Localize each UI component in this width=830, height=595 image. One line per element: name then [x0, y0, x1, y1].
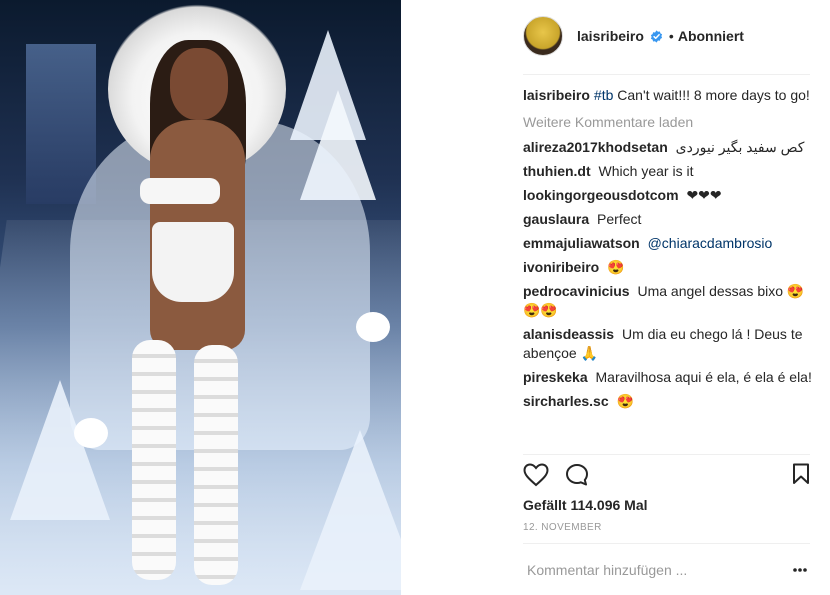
likes-count[interactable]: Gefällt 114.096 Mal	[523, 497, 648, 513]
comment-username[interactable]: lookingorgeousdotcom	[523, 187, 679, 203]
verified-badge-icon	[650, 29, 663, 43]
bookmark-icon[interactable]	[792, 463, 810, 485]
caption: laisribeiro #tb Can't wait!!! 8 more days…	[523, 86, 813, 105]
list-item: alireza2017khodsetan کص سفید بگیر نیوردی	[523, 138, 813, 157]
comments-list: laisribeiro #tb Can't wait!!! 8 more days…	[523, 86, 813, 416]
comment-username[interactable]: pireskeka	[523, 369, 588, 385]
comment-text: Which year is it	[598, 163, 694, 179]
outfit-bottom	[152, 222, 234, 302]
add-comment-bar	[523, 561, 810, 581]
comment-input[interactable]	[525, 561, 759, 579]
boot-right	[194, 345, 238, 585]
comment-text: 😍	[616, 393, 634, 409]
caption-username[interactable]: laisribeiro	[523, 87, 590, 103]
load-more-comments[interactable]: Weitere Kommentare laden	[523, 113, 813, 132]
caption-hashtag[interactable]: #tb	[594, 87, 613, 103]
list-item: thuhien.dt Which year is it	[523, 162, 813, 181]
list-item: pireskeka Maravilhosa aqui é ela, é ela …	[523, 368, 813, 387]
divider	[523, 543, 810, 544]
instagram-post: laisribeiro • Abonniert laisribeiro #tb C…	[0, 0, 830, 595]
comment-mention[interactable]: @chiaracdambrosio	[648, 235, 773, 251]
comment-text: Maravilhosa aqui é ela, é ela é ela!	[595, 369, 812, 385]
list-item: ivoniribeiro 😍	[523, 258, 813, 277]
tree-decoration	[300, 430, 401, 590]
list-item: sircharles.sc 😍	[523, 392, 813, 411]
comment-text: ❤❤❤	[686, 187, 722, 203]
list-item: gauslaura Perfect	[523, 210, 813, 229]
comment-username[interactable]: ivoniribeiro	[523, 259, 599, 275]
heart-icon[interactable]	[523, 463, 549, 487]
comment-icon[interactable]	[565, 463, 589, 487]
post-side-panel: laisribeiro • Abonniert laisribeiro #tb C…	[401, 0, 830, 595]
post-photo[interactable]	[0, 0, 401, 595]
comment-text: 😍	[607, 259, 625, 275]
feather-puff	[356, 312, 390, 342]
avatar[interactable]	[523, 16, 563, 56]
background-screen	[26, 44, 96, 204]
model-head	[170, 48, 228, 120]
more-options-icon[interactable]	[792, 563, 808, 577]
list-item: pedrocavinicius Uma angel dessas bixo 😍😍…	[523, 282, 813, 320]
comment-username[interactable]: alireza2017khodsetan	[523, 139, 668, 155]
comment-username[interactable]: alanisdeassis	[523, 326, 614, 342]
list-item: alanisdeassis Um dia eu chego lá ! Deus …	[523, 325, 813, 363]
comment-username[interactable]: thuhien.dt	[523, 163, 591, 179]
divider	[523, 74, 810, 75]
follow-status[interactable]: Abonniert	[678, 28, 744, 44]
comment-username[interactable]: emmajuliawatson	[523, 235, 640, 251]
comment-username[interactable]: pedrocavinicius	[523, 283, 630, 299]
comment-username[interactable]: gauslaura	[523, 211, 589, 227]
caption-text: Can't wait!!! 8 more days to go!	[617, 87, 810, 103]
outfit-top	[140, 178, 220, 204]
post-header: laisribeiro • Abonniert	[523, 16, 808, 56]
divider	[523, 454, 810, 455]
comment-username[interactable]: sircharles.sc	[523, 393, 609, 409]
comment-text: Perfect	[597, 211, 642, 227]
header-username[interactable]: laisribeiro	[577, 28, 644, 44]
comment-text: کص سفید بگیر نیوردی	[675, 139, 805, 155]
list-item: lookingorgeousdotcom ❤❤❤	[523, 186, 813, 205]
list-item: emmajuliawatson @chiaracdambrosio	[523, 234, 813, 253]
feather-puff	[74, 418, 108, 448]
boot-left	[132, 340, 176, 580]
action-bar	[523, 463, 810, 489]
post-date[interactable]: 12. NOVEMBER	[523, 522, 602, 533]
separator-dot: •	[668, 28, 674, 44]
